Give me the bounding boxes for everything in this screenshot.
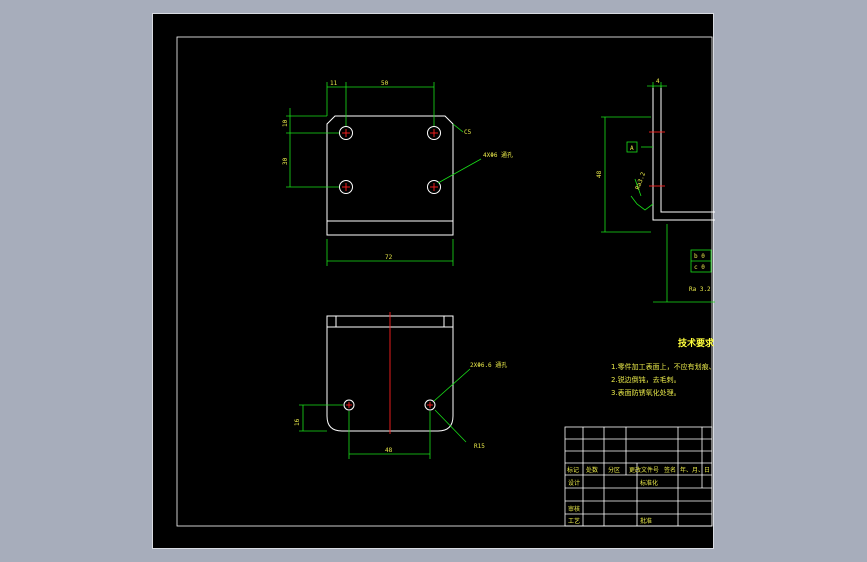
tb-process: 工艺 [568,517,580,525]
tech-note-2: 2.锐边倒钝，去毛刺。 [611,375,681,384]
dim-front-hole-spacing: 48 [385,447,393,454]
drawing-border [176,36,713,527]
tech-notes-title: 技术要求: [678,337,715,349]
drawing-sheet: 11 50 10 30 72 C5 4XΦ6 通孔 2XΦ6.6 通孔 16 4… [176,36,715,527]
side-view: 4 48 A Ra3.2 b 0 c 0 Ra 3.2 [596,78,715,303]
top-view: 11 50 10 30 72 C5 4XΦ6 通孔 [282,80,513,266]
tech-notes: 技术要求: 1.零件加工表面上，不应有划痕、擦 2.锐边倒钝，去毛刺。 3.表面… [611,337,715,397]
datum-label: A [630,145,634,152]
dim-left-offset: 11 [330,80,338,87]
callout-top-holes: 4XΦ6 通孔 [483,151,513,159]
dim-side-thickness: 4 [656,78,660,85]
roughness-bottom: Ra 3.2 [689,286,711,293]
side-view-outline [652,86,715,221]
dim-front-hole-height: 16 [294,418,301,426]
tb-design: 设计 [568,479,580,487]
hole-center-marks [342,129,438,191]
title-block-grid [564,426,713,527]
front-view: 2XΦ6.6 通孔 16 48 R15 [294,312,507,459]
front-hole-center-marks [346,402,433,408]
tb-mark: 标记 [567,466,579,474]
tb-change-doc: 更改文件号 [629,466,659,474]
dim-hole-spacing-y: 30 [282,157,289,165]
top-view-dimensions [286,82,482,266]
cad-viewport[interactable]: 11 50 10 30 72 C5 4XΦ6 通孔 2XΦ6.6 通孔 16 4… [152,13,715,549]
callout-front-radius: R15 [474,443,485,450]
title-block: 标记 处数 分区 更改文件号 签名 年、月、日 设计 标准化 审核 工艺 批准 [564,426,713,527]
front-view-dimensions [299,368,471,459]
dim-top-offset: 10 [282,119,289,127]
roughness-mark: Ra3.2 [634,171,647,191]
dim-overall-width: 72 [385,254,393,261]
tb-standardization: 标准化 [640,479,658,487]
dim-side-height: 48 [596,170,603,178]
tb-approve: 批准 [640,517,652,525]
tolerance-c: c 0 [694,264,705,271]
callout-front-holes: 2XΦ6.6 通孔 [470,361,507,369]
tb-date: 年、月、日 [680,466,710,474]
tb-signature: 签名 [664,466,676,474]
tolerance-b: b 0 [694,253,705,260]
tech-note-3: 3.表面防锈氧化处理。 [611,388,681,397]
dim-hole-spacing-x: 50 [381,80,389,87]
callout-corner-chamfer: C5 [464,129,472,136]
tb-count: 处数 [586,466,598,474]
side-view-center-ticks [649,131,665,187]
tb-zone: 分区 [608,466,620,474]
tech-note-1: 1.零件加工表面上，不应有划痕、擦 [611,362,715,371]
tb-review: 审核 [568,505,580,513]
